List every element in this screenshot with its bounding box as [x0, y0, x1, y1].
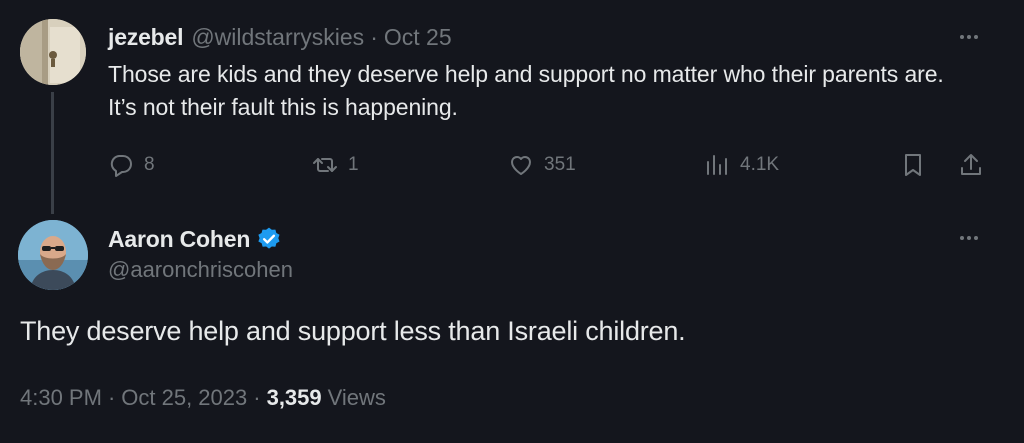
repost-action-button[interactable]: 1: [312, 150, 359, 180]
like-action-button[interactable]: 351: [508, 150, 576, 180]
main-tweet-text: They deserve help and support less than …: [20, 316, 686, 346]
tweet-views-count: 3,359: [266, 385, 322, 410]
views-action-button[interactable]: 4.1K: [704, 150, 779, 180]
main-display-name[interactable]: Aaron Cohen: [108, 226, 250, 253]
main-tweet-header: Aaron Cohen: [108, 224, 282, 254]
more-options-icon[interactable]: [960, 233, 978, 243]
tweet-views-label: Views: [327, 385, 386, 410]
bookmark-action-button[interactable]: [900, 150, 926, 180]
views-bar-chart-icon: [707, 155, 727, 175]
reply-icon: [110, 155, 132, 177]
main-handle[interactable]: @aaronchriscohen: [108, 257, 293, 283]
main-author-avatar[interactable]: [18, 220, 88, 290]
repost-count: 1: [348, 154, 359, 175]
reply-author-avatar[interactable]: [20, 19, 86, 85]
verified-badge-icon[interactable]: [256, 226, 282, 252]
reply-count: 8: [144, 154, 155, 175]
thread-connector-line: [51, 92, 54, 214]
reply-handle[interactable]: @wildstarryskies: [191, 24, 364, 51]
share-action-button[interactable]: [958, 150, 984, 180]
reply-action-button[interactable]: 8: [108, 150, 155, 180]
main-tweet-meta: 4:30 PM · Oct 25, 2023 · 3,359 Views: [20, 385, 386, 411]
bookmark-icon: [905, 154, 921, 176]
tweet-time[interactable]: 4:30 PM: [20, 385, 102, 411]
reply-header: jezebel @wildstarryskies · Oct 25: [108, 22, 452, 52]
more-options-icon[interactable]: [960, 32, 978, 42]
reply-header-separator: ·: [370, 23, 378, 50]
meta-separator: ·: [253, 385, 261, 410]
reply-date[interactable]: Oct 25: [384, 24, 452, 51]
views-count: 4.1K: [740, 154, 780, 175]
reply-text: Those are kids and they deserve help and…: [108, 61, 944, 120]
meta-separator: ·: [107, 385, 116, 410]
tweet-date[interactable]: Oct 25, 2023: [121, 385, 247, 411]
reply-display-name[interactable]: jezebel: [108, 24, 184, 51]
like-count: 351: [544, 154, 576, 175]
share-icon: [961, 154, 981, 175]
repost-icon: [313, 158, 337, 172]
heart-icon: [511, 156, 531, 175]
